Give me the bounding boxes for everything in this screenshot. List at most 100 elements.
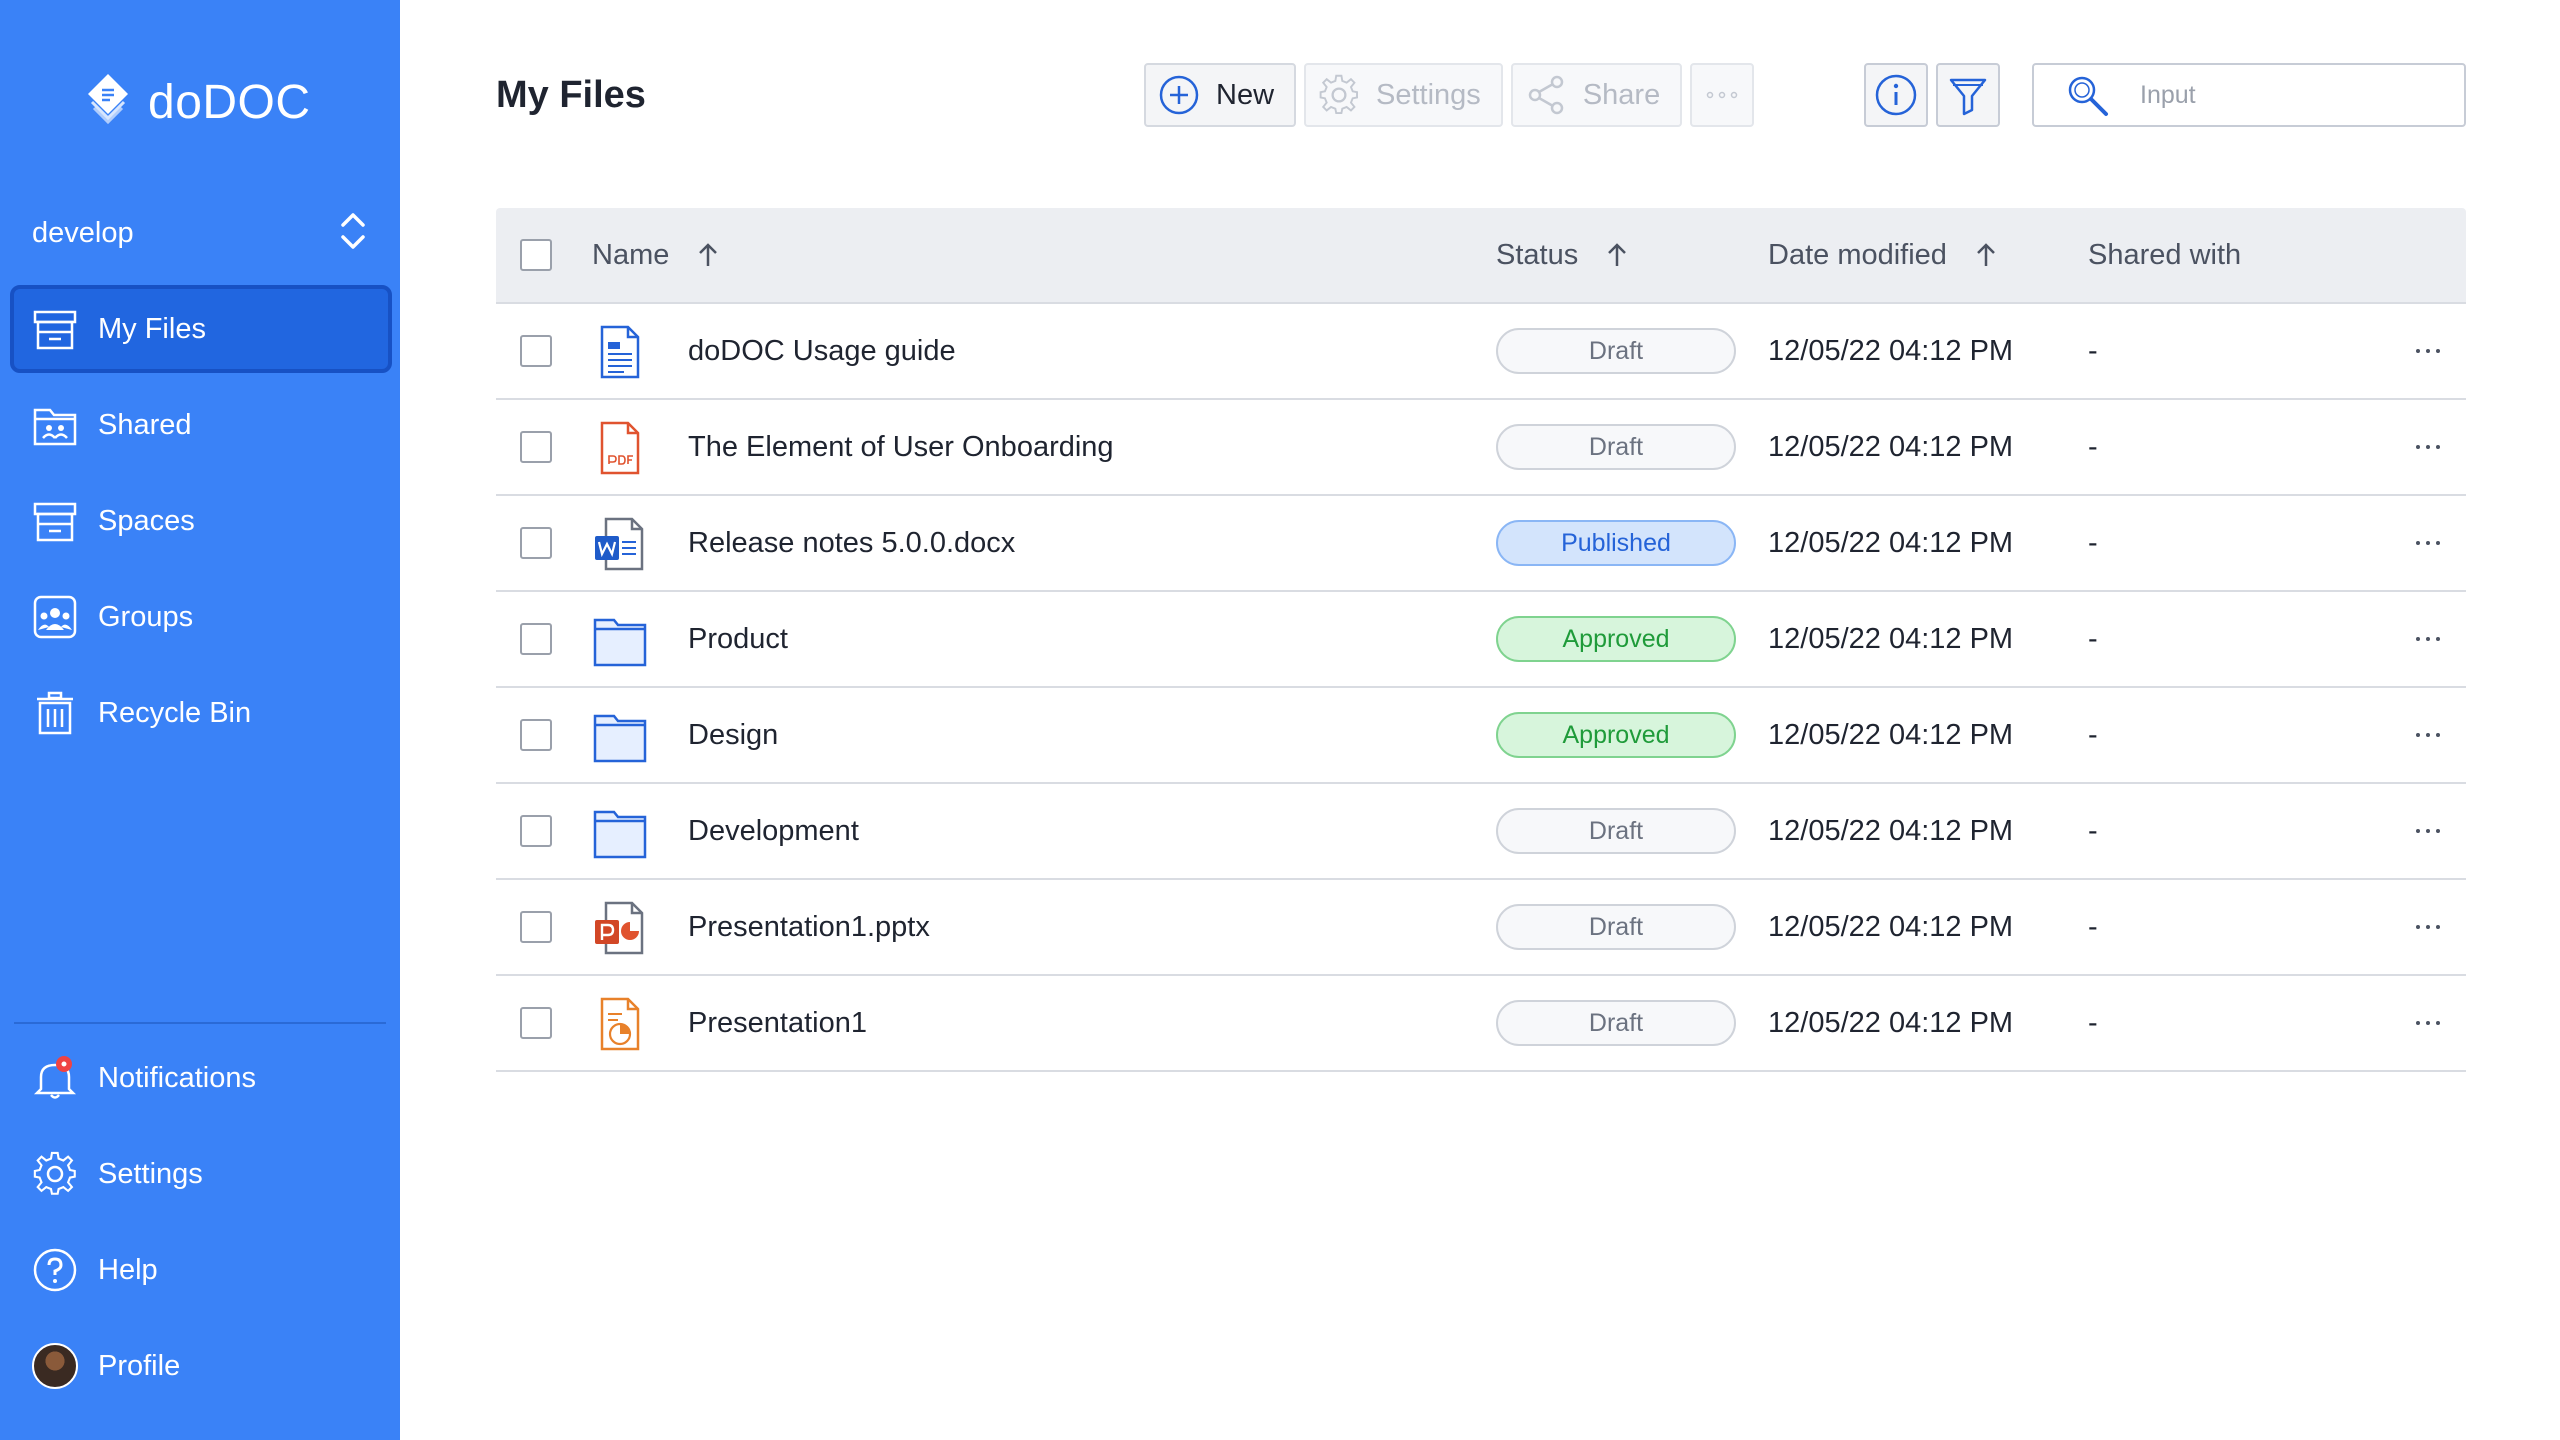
column-header-status[interactable]: Status <box>1496 239 1632 272</box>
row-more-button[interactable] <box>2408 715 2448 755</box>
folder-icon <box>592 612 648 668</box>
workspace-switcher[interactable]: develop <box>32 208 368 258</box>
row-checkbox[interactable] <box>520 335 552 367</box>
settings-button[interactable]: Settings <box>1304 63 1503 127</box>
column-header-name[interactable]: Name <box>592 239 723 272</box>
row-checkbox[interactable] <box>520 719 552 751</box>
row-more-button[interactable] <box>2408 619 2448 659</box>
share-button[interactable]: Share <box>1510 63 1683 127</box>
table-row[interactable]: Design Approved 12/05/22 04:12 PM - <box>496 688 2466 784</box>
row-more-button[interactable] <box>2408 331 2448 371</box>
sidebar: doDOC develop My Files Shared Spaces Gro… <box>0 0 400 1440</box>
column-header-date[interactable]: Date modified <box>1768 239 2001 272</box>
status-badge: Approved <box>1496 616 1736 662</box>
search-input[interactable] <box>2140 80 2440 110</box>
sidebar-item-my-files[interactable]: My Files <box>10 285 392 373</box>
table-row[interactable]: doDOC Usage guide Draft 12/05/22 04:12 P… <box>496 304 2466 400</box>
date-modified: 12/05/22 04:12 PM <box>1768 526 2014 559</box>
sidebar-item-settings[interactable]: Settings <box>10 1130 392 1218</box>
more-actions-button[interactable] <box>1690 63 1755 127</box>
search-icon <box>2068 76 2108 116</box>
settings-button-label: Settings <box>1376 78 1481 111</box>
shared-with: - <box>2088 334 2098 367</box>
app-logo[interactable]: doDOC <box>80 70 311 134</box>
row-more-button[interactable] <box>2408 1003 2448 1043</box>
trash-icon <box>32 690 78 736</box>
page-title: My Files <box>496 74 646 116</box>
date-modified: 12/05/22 04:12 PM <box>1768 1006 2014 1039</box>
row-checkbox[interactable] <box>520 527 552 559</box>
folder-icon <box>592 708 648 764</box>
filter-button[interactable] <box>1936 63 2000 127</box>
row-checkbox[interactable] <box>520 911 552 943</box>
powerpoint-file-icon <box>592 900 648 956</box>
file-name[interactable]: Development <box>688 815 859 848</box>
files-table: Name Status Date modified Shared with do… <box>496 208 2466 1072</box>
status-badge: Draft <box>1496 808 1736 854</box>
spaces-box-icon <box>32 498 78 544</box>
file-name[interactable]: Product <box>688 623 788 656</box>
sidebar-item-label: Shared <box>98 408 192 441</box>
shared-with: - <box>2088 718 2098 751</box>
table-row[interactable]: Presentation1.pptx Draft 12/05/22 04:12 … <box>496 880 2466 976</box>
ellipsis-icon <box>1706 91 1738 99</box>
sidebar-divider <box>14 1022 386 1024</box>
status-badge: Approved <box>1496 712 1736 758</box>
shared-with: - <box>2088 1006 2098 1039</box>
sidebar-item-label: Help <box>98 1253 158 1286</box>
table-row[interactable]: Development Draft 12/05/22 04:12 PM - <box>496 784 2466 880</box>
info-button[interactable] <box>1864 63 1928 127</box>
status-badge: Draft <box>1496 328 1736 374</box>
table-row[interactable]: Release notes 5.0.0.docx Published 12/05… <box>496 496 2466 592</box>
gear-icon <box>1319 74 1359 114</box>
file-name[interactable]: Release notes 5.0.0.docx <box>688 527 1015 560</box>
sidebar-item-notifications[interactable]: Notifications <box>10 1034 392 1122</box>
shared-with: - <box>2088 814 2098 847</box>
search-box <box>2032 63 2466 127</box>
row-more-button[interactable] <box>2408 523 2448 563</box>
status-badge: Draft <box>1496 424 1736 470</box>
sidebar-item-help[interactable]: Help <box>10 1226 392 1314</box>
sidebar-bottom-nav: Notifications Settings Help Profile <box>10 1034 392 1418</box>
bell-icon <box>32 1055 78 1101</box>
sidebar-item-profile[interactable]: Profile <box>10 1322 392 1410</box>
ellipsis-icon <box>2416 349 2440 353</box>
row-more-button[interactable] <box>2408 427 2448 467</box>
avatar <box>32 1343 78 1389</box>
sidebar-item-recycle-bin[interactable]: Recycle Bin <box>10 669 392 757</box>
column-header-shared[interactable]: Shared with <box>2088 239 2241 272</box>
table-header: Name Status Date modified Shared with <box>496 208 2466 304</box>
row-checkbox[interactable] <box>520 623 552 655</box>
sidebar-item-shared[interactable]: Shared <box>10 381 392 469</box>
sidebar-item-label: Notifications <box>98 1061 256 1094</box>
row-checkbox[interactable] <box>520 431 552 463</box>
document-file-icon <box>592 324 648 380</box>
sidebar-item-spaces[interactable]: Spaces <box>10 477 392 565</box>
file-name[interactable]: Design <box>688 719 778 752</box>
sidebar-item-label: Settings <box>98 1157 203 1190</box>
file-name[interactable]: Presentation1.pptx <box>688 911 930 944</box>
file-name[interactable]: The Element of User Onboarding <box>688 431 1114 464</box>
sidebar-item-label: Recycle Bin <box>98 696 252 729</box>
new-button[interactable]: New <box>1144 63 1297 127</box>
table-row[interactable]: Product Approved 12/05/22 04:12 PM - <box>496 592 2466 688</box>
row-checkbox[interactable] <box>520 815 552 847</box>
sidebar-item-groups[interactable]: Groups <box>10 573 392 661</box>
file-name[interactable]: doDOC Usage guide <box>688 335 956 368</box>
presentation-file-icon <box>592 996 648 1052</box>
row-more-button[interactable] <box>2408 811 2448 851</box>
select-all-checkbox[interactable] <box>520 239 552 271</box>
sort-arrow-up-icon <box>1977 243 1995 266</box>
status-badge: Draft <box>1496 904 1736 950</box>
pdf-file-icon <box>592 420 648 476</box>
row-checkbox[interactable] <box>520 1007 552 1039</box>
shared-with: - <box>2088 622 2098 655</box>
profile-avatar <box>32 1343 78 1389</box>
ellipsis-icon <box>2416 541 2440 545</box>
file-name[interactable]: Presentation1 <box>688 1007 867 1040</box>
table-row[interactable]: The Element of User Onboarding Draft 12/… <box>496 400 2466 496</box>
ellipsis-icon <box>2416 445 2440 449</box>
row-more-button[interactable] <box>2408 907 2448 947</box>
column-header-label: Date modified <box>1768 238 1947 271</box>
table-row[interactable]: Presentation1 Draft 12/05/22 04:12 PM - <box>496 976 2466 1072</box>
